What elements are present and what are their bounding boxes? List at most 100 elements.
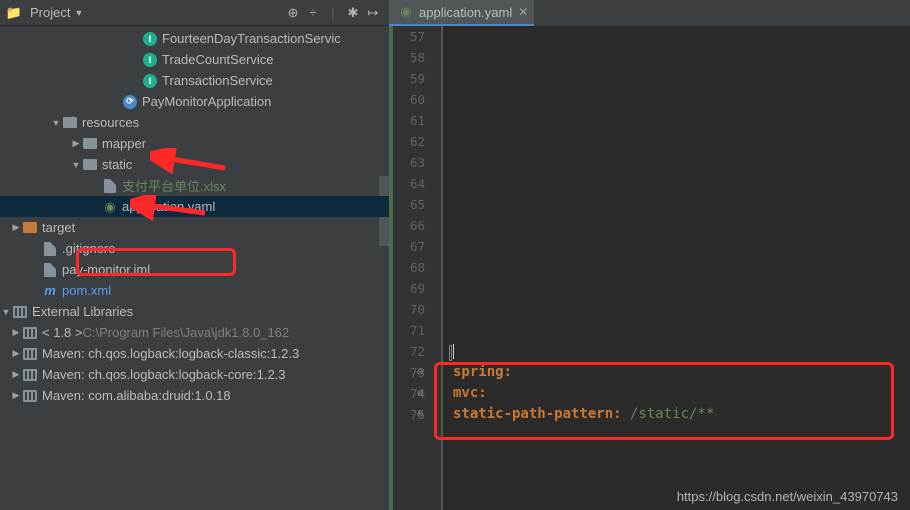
line-number[interactable]: 66 (389, 215, 425, 236)
code-line[interactable] (453, 68, 910, 89)
code-line[interactable] (453, 320, 910, 341)
tree-item-label: TradeCountService (162, 52, 274, 67)
code-line[interactable]: mvc: (453, 383, 910, 404)
code-line[interactable] (453, 215, 910, 236)
chevron-icon[interactable]: ▶ (10, 222, 22, 233)
gutter[interactable]: 5758596061626364656667686970717273⊖74⊖75… (389, 26, 443, 510)
fold-handle-icon[interactable]: ⊖ (417, 362, 423, 383)
watermark-text: https://blog.csdn.net/weixin_43970743 (677, 489, 898, 504)
tree-item[interactable]: ▶mpom.xml (0, 280, 389, 301)
tree-item[interactable]: ▶支付平台单位.xlsx (0, 175, 389, 196)
tree-item[interactable]: ▶⟳PayMonitorApplication (0, 91, 389, 112)
tree-item-label: application.yaml (122, 199, 215, 214)
code-line[interactable] (453, 89, 910, 110)
chevron-icon[interactable]: ▶ (70, 138, 82, 149)
chevron-icon[interactable]: ▼ (70, 160, 82, 170)
maven-icon: m (42, 283, 58, 299)
vcs-change-marker (389, 26, 393, 510)
tree-item-label: static (102, 157, 132, 172)
line-number[interactable]: 59 (389, 68, 425, 89)
line-number[interactable]: 73⊖ (389, 362, 425, 383)
tree-item[interactable]: ▶pay-monitor.iml (0, 259, 389, 280)
tree-item[interactable]: ▶mapper (0, 133, 389, 154)
gear-icon[interactable]: ✱ (343, 3, 363, 23)
libraries-icon (12, 304, 28, 320)
tree-item[interactable]: ▼resources (0, 112, 389, 133)
code-line[interactable] (453, 152, 910, 173)
code-line[interactable]: static-path-pattern: /static/** (453, 404, 910, 425)
tree-item[interactable]: ▶IFourteenDayTransactionServic (0, 28, 389, 49)
line-number[interactable]: 58 (389, 47, 425, 68)
locate-icon[interactable]: ⊕ (283, 3, 303, 23)
tree-item[interactable]: ▼ static (0, 154, 389, 175)
line-number[interactable]: 75⊖ (389, 404, 425, 425)
fold-handle-icon[interactable]: ⊖ (417, 404, 423, 425)
fold-handle-icon[interactable]: ⊖ (417, 383, 423, 404)
line-number[interactable]: 67 (389, 236, 425, 257)
code-line[interactable] (453, 131, 910, 152)
yaml-icon (399, 5, 413, 19)
library-item[interactable]: ▶Maven: ch.qos.logback:logback-core:1.2.… (0, 364, 389, 385)
tree-item[interactable]: ▶target (0, 217, 389, 238)
library-item[interactable]: ▶< 1.8 > C:\Program Files\Java\jdk1.8.0_… (0, 322, 389, 343)
line-number[interactable]: 62 (389, 131, 425, 152)
class-icon: ⟳ (122, 94, 138, 110)
collapse-icon[interactable]: ÷ (303, 3, 323, 23)
code-line[interactable] (453, 341, 910, 362)
project-tree[interactable]: ▶ I FourteenDayTransactionServic ▶ I TradeCou… (0, 26, 389, 510)
code-line[interactable] (453, 110, 910, 131)
resources-folder-icon (62, 115, 78, 131)
line-number[interactable]: 71 (389, 320, 425, 341)
project-tool-window-button[interactable]: 📁 Project ▼ (6, 5, 83, 21)
library-icon (22, 346, 38, 362)
code-area[interactable]: spring: mvc: static-path-pattern: /stati… (443, 26, 910, 510)
tree-item[interactable]: ▶.gitignore (0, 238, 389, 259)
line-number[interactable]: 65 (389, 194, 425, 215)
interface-icon: I (142, 31, 158, 47)
code-line[interactable] (453, 299, 910, 320)
tree-item[interactable]: ▶ITransactionService (0, 70, 389, 91)
library-item[interactable]: ▶Maven: ch.qos.logback:logback-classic:1… (0, 343, 389, 364)
file-icon (102, 178, 118, 194)
code-line[interactable] (453, 278, 910, 299)
external-libraries[interactable]: ▼External Libraries (0, 301, 389, 322)
line-number[interactable]: 64 (389, 173, 425, 194)
line-number[interactable]: 63 (389, 152, 425, 173)
project-sidebar: 📁 Project ▼ ⊕ ÷ | ✱ ↦ ▶ I FourteenDayTrans… (0, 0, 389, 510)
hide-icon[interactable]: ↦ (363, 3, 383, 23)
code-line[interactable] (453, 194, 910, 215)
tree-item[interactable]: ▶ITradeCountService (0, 49, 389, 70)
library-icon (22, 325, 38, 341)
yaml-icon (102, 199, 118, 215)
tab-application-yaml[interactable]: application.yaml ✕ (389, 0, 534, 26)
code-line[interactable] (453, 47, 910, 68)
interface-icon: I (142, 52, 158, 68)
line-number[interactable]: 68 (389, 257, 425, 278)
interface-icon: I (142, 73, 158, 89)
close-icon[interactable]: ✕ (518, 5, 528, 19)
tree-item-label: PayMonitorApplication (142, 94, 271, 109)
line-number[interactable]: 57 (389, 26, 425, 47)
code-line[interactable]: spring: (453, 362, 910, 383)
library-item[interactable]: ▶Maven: com.alibaba:druid:1.0.18 (0, 385, 389, 406)
line-number[interactable]: 60 (389, 89, 425, 110)
code-line[interactable] (453, 236, 910, 257)
chevron-icon[interactable]: ▼ (50, 118, 62, 128)
code-line[interactable] (453, 173, 910, 194)
line-number[interactable]: 70 (389, 299, 425, 320)
project-title: Project (30, 5, 70, 20)
line-number[interactable]: 74⊖ (389, 383, 425, 404)
tree-item-label: TransactionService (162, 73, 273, 88)
tree-item-label: pom.xml (62, 283, 111, 298)
code-line[interactable] (453, 26, 910, 47)
line-number[interactable]: 61 (389, 110, 425, 131)
code-line[interactable] (453, 257, 910, 278)
file-icon (42, 241, 58, 257)
line-number[interactable]: 69 (389, 278, 425, 299)
tree-item-label: < 1.8 > (42, 325, 82, 340)
separator-icon: | (323, 3, 343, 23)
tree-item[interactable]: ▶application.yaml (0, 196, 389, 217)
tree-item-label: FourteenDayTransactionServic (162, 31, 341, 46)
line-number[interactable]: 72 (389, 341, 425, 362)
folder-icon (82, 136, 98, 152)
